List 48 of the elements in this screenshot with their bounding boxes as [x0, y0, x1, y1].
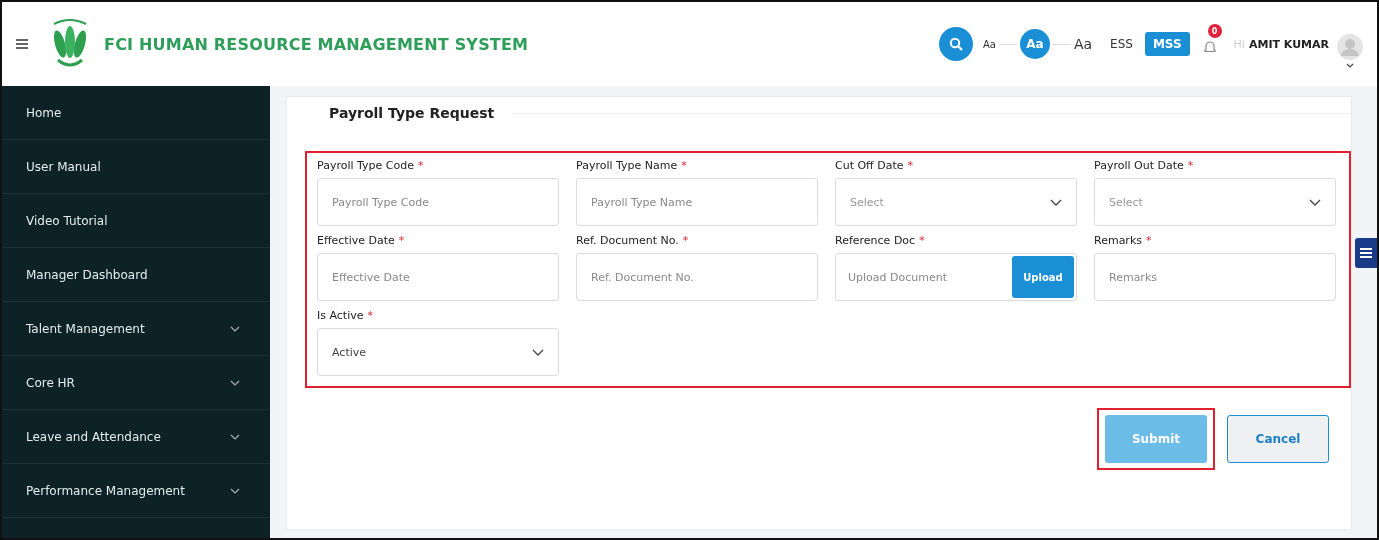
form-title: Payroll Type Request	[328, 105, 496, 121]
chevron-icon	[230, 379, 240, 386]
search-icon[interactable]	[938, 27, 973, 61]
font-size-option[interactable]: Aa	[1073, 36, 1093, 52]
bell-icon[interactable]	[1203, 40, 1216, 54]
mode-toggle[interactable]: MSS	[1144, 32, 1190, 56]
field-label: Payroll Type Name	[576, 159, 678, 172]
field-label: Is Active	[317, 309, 364, 322]
field-label: Ref. Document No.	[576, 234, 679, 247]
notification-badge: 0	[1207, 24, 1222, 38]
chevron-icon	[230, 325, 240, 332]
font-size-option[interactable]: Aa	[982, 38, 996, 50]
menu-icon[interactable]	[16, 39, 28, 49]
select-field[interactable]: Active	[317, 328, 559, 376]
font-size-option[interactable]: Aa	[1019, 29, 1050, 59]
upload-field[interactable]: Upload Document Upload	[835, 253, 1077, 301]
chevron-icon	[230, 433, 240, 440]
field-label: Effective Date	[317, 234, 395, 247]
required-mark: *	[682, 234, 689, 247]
input-field[interactable]: Payroll Type Code	[317, 178, 559, 226]
upload-button[interactable]: Upload	[1012, 256, 1074, 298]
field-label: Cut Off Date	[835, 159, 904, 172]
app-title: FCI HUMAN RESOURCE MANAGEMENT SYSTEM	[104, 34, 529, 54]
required-mark: *	[398, 234, 405, 247]
cancel-button[interactable]: Cancel	[1227, 415, 1329, 463]
required-mark: *	[367, 309, 373, 322]
required-mark: *	[681, 159, 687, 172]
caret-icon[interactable]	[1346, 63, 1354, 68]
field-label: Remarks	[1094, 234, 1142, 247]
user-name[interactable]: AMIT KUMAR	[1248, 37, 1329, 51]
chevron-icon[interactable]	[1050, 198, 1062, 206]
field-label: Payroll Type Code	[317, 159, 414, 172]
input-field[interactable]: Ref. Document No.	[576, 253, 818, 301]
input-field[interactable]: Effective Date	[317, 253, 559, 301]
input-field[interactable]: Payroll Type Name	[576, 178, 818, 226]
input-field[interactable]: Remarks	[1094, 253, 1336, 301]
required-mark: *	[1187, 159, 1194, 172]
required-mark: *	[919, 234, 925, 247]
required-mark: *	[907, 159, 913, 172]
chevron-icon	[230, 487, 240, 494]
required-mark: *	[1146, 234, 1152, 247]
field-label: Reference Doc	[835, 234, 916, 247]
chevron-icon[interactable]	[532, 348, 544, 356]
mode-toggle[interactable]: ESS	[1102, 32, 1141, 56]
menu-icon[interactable]	[1355, 238, 1377, 268]
chevron-icon[interactable]	[1309, 198, 1321, 206]
required-mark: *	[417, 159, 424, 172]
field-label: Payroll Out Date	[1094, 159, 1184, 172]
